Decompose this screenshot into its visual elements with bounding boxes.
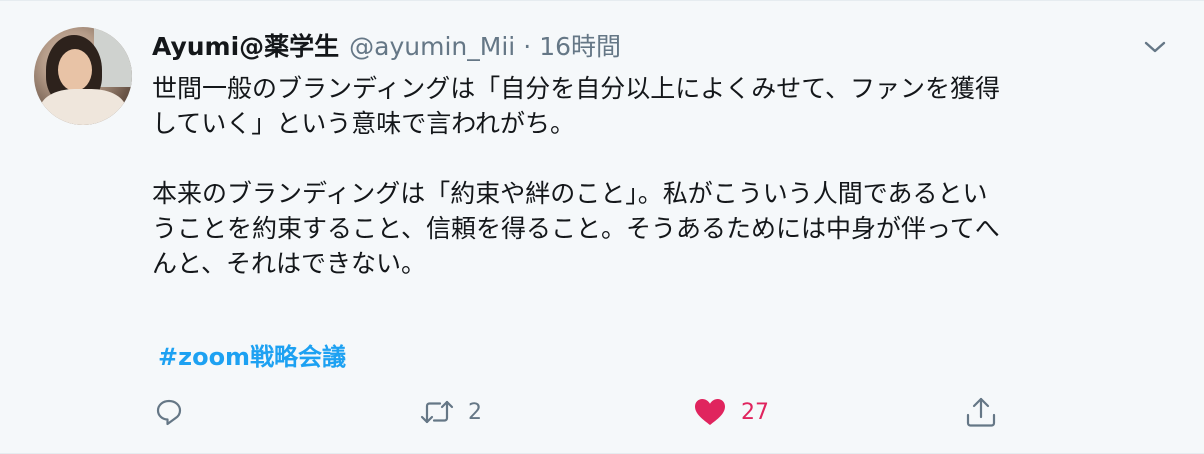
separator-dot: ·: [523, 32, 532, 61]
tweet-text-line: 世間一般のブランディングは「自分を自分以上によくみせて、ファンを獲得: [152, 74, 1001, 103]
share-icon: [964, 396, 998, 428]
chevron-down-icon[interactable]: [1142, 37, 1168, 57]
tweet-text: 世間一般のブランディングは「自分を自分以上によくみせて、ファンを獲得 していく」…: [152, 71, 1174, 281]
tweet-text-line: していく」という意味で言われがち。: [152, 109, 576, 138]
avatar-face: [58, 49, 92, 91]
heart-icon: [693, 397, 727, 427]
reply-button[interactable]: [154, 395, 184, 429]
tweet-text-line: んと、それはできない。: [152, 249, 427, 278]
retweet-count: 2: [468, 399, 482, 425]
tweet-text-line: うことを約束すること、信頼を得ること。そうあるためには中身が伴ってへ: [152, 214, 1000, 243]
like-count: 27: [741, 399, 769, 425]
like-button[interactable]: 27: [693, 395, 769, 429]
tweet[interactable]: Ayumi@薬学生 @ayumin_Mii · 16時間 世間一般のブランディン…: [0, 0, 1204, 454]
retweet-icon: [420, 397, 454, 427]
retweet-button[interactable]: 2: [420, 395, 482, 429]
share-button[interactable]: [964, 395, 998, 429]
avatar[interactable]: [34, 27, 132, 125]
timestamp[interactable]: 16時間: [539, 29, 621, 65]
author-name[interactable]: Ayumi@薬学生: [152, 29, 339, 65]
avatar-body: [40, 89, 126, 125]
author-handle[interactable]: @ayumin_Mii: [349, 29, 515, 65]
tweet-text-line: 本来のブランディングは「約束や絆のこと」。私がこういう人間であるとい: [152, 179, 988, 208]
hashtag-link[interactable]: #zoom戦略会議: [158, 339, 346, 375]
reply-icon: [154, 397, 184, 427]
tweet-header: Ayumi@薬学生 @ayumin_Mii · 16時間: [152, 29, 621, 65]
